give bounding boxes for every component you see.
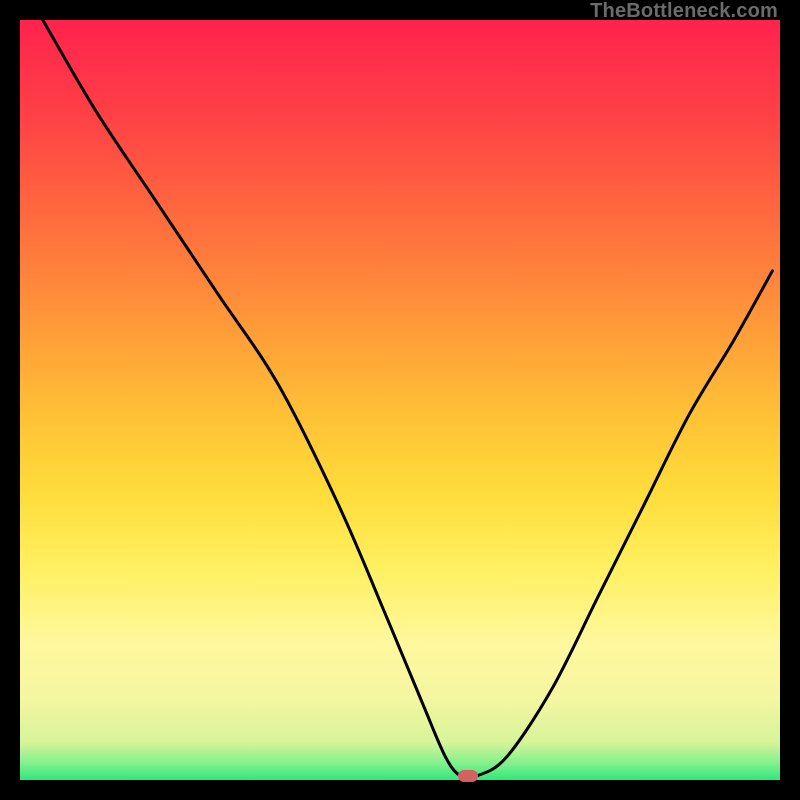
optimum-marker: [458, 770, 478, 782]
curve-svg: [20, 20, 780, 780]
plot-area: [20, 20, 780, 780]
bottleneck-curve: [43, 20, 773, 779]
chart-frame: TheBottleneck.com: [0, 0, 800, 800]
